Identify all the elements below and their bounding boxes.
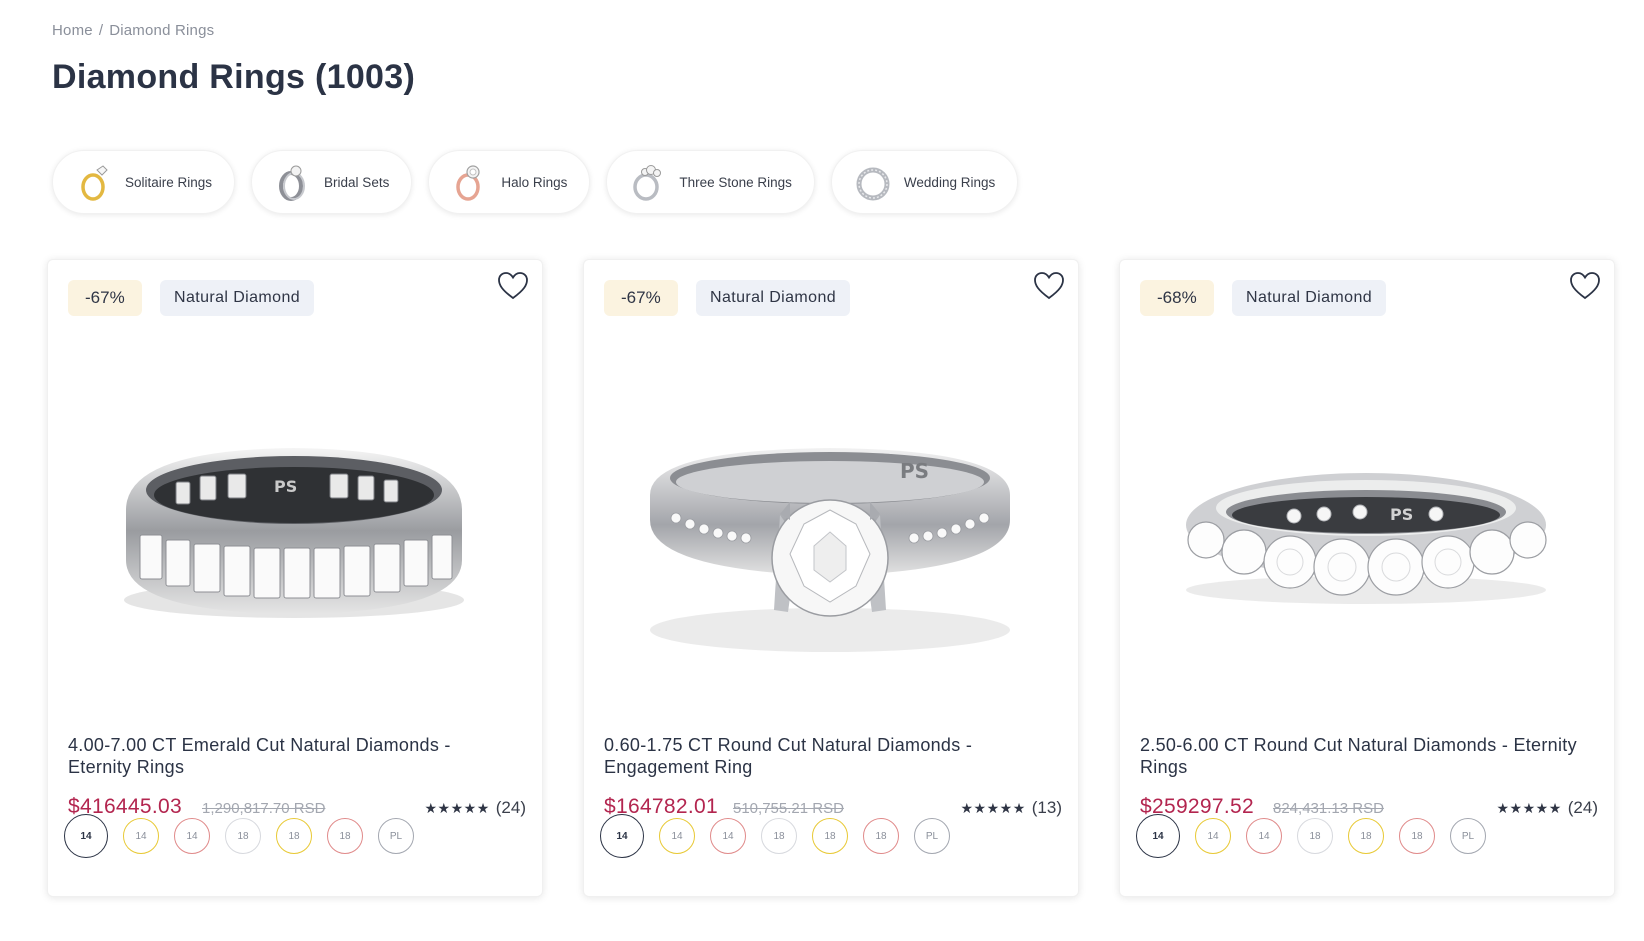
diamond-type-badge: Natural Diamond (1232, 280, 1387, 316)
halo-ring-icon (456, 165, 481, 201)
category-chip-label: Three Stone Rings (679, 174, 792, 190)
metal-option-18k-white[interactable]: 18 (1297, 818, 1333, 854)
product-card[interactable]: -67% Natural Diamond PS 0.60-1.75 CT Rou… (583, 259, 1079, 897)
diamond-type-badge: Natural Diamond (160, 280, 315, 316)
product-image[interactable]: PS (1120, 340, 1616, 720)
price-row: $416445.03 1,290,817.70 RSD ★★★★★ (24) (68, 795, 526, 819)
discount-badge: -68% (1140, 280, 1214, 316)
metal-option-14k-rose[interactable]: 14 (174, 818, 210, 854)
metal-option-platinum[interactable]: PL (1450, 818, 1486, 854)
metal-option-14k-yellow[interactable]: 14 (659, 818, 695, 854)
star-rating-icon: ★★★★★ (424, 799, 490, 816)
metal-option-platinum[interactable]: PL (378, 818, 414, 854)
metal-option-14k-white[interactable]: 14 (600, 814, 644, 858)
category-chips: Solitaire Rings Bridal Sets Halo Rings T… (52, 150, 1019, 214)
metal-options: 14 14 14 18 18 18 PL (1136, 814, 1486, 858)
breadcrumb-separator: / (98, 22, 104, 39)
metal-option-18k-yellow[interactable]: 18 (276, 818, 312, 854)
product-title[interactable]: 4.00-7.00 CT Emerald Cut Natural Diamond… (68, 734, 518, 778)
breadcrumb: Home / Diamond Rings (52, 22, 214, 39)
price-row: $259297.52 824,431.13 RSD ★★★★★ (24) (1140, 795, 1598, 819)
solitaire-ring-icon (81, 165, 108, 201)
bridal-set-icon (279, 165, 306, 201)
rating: ★★★★★ (24) (425, 798, 527, 818)
price-row: $164782.01 510,755.21 RSD ★★★★★ (13) (604, 795, 1062, 819)
metal-option-14k-rose[interactable]: 14 (710, 818, 746, 854)
metal-option-18k-yellow[interactable]: 18 (1348, 818, 1384, 854)
discount-badge: -67% (604, 280, 678, 316)
category-chip-label: Solitaire Rings (125, 174, 213, 190)
breadcrumb-current: Diamond Rings (109, 22, 215, 39)
metal-option-18k-rose[interactable]: 18 (1399, 818, 1435, 854)
metal-option-14k-yellow[interactable]: 14 (123, 818, 159, 854)
heart-icon[interactable] (1032, 270, 1066, 302)
heart-icon[interactable] (496, 270, 530, 302)
product-grid: -67% Natural Diamond PS 4.00-7.00 CT Eme… (47, 259, 1615, 897)
metal-option-14k-yellow[interactable]: 14 (1195, 818, 1231, 854)
metal-option-14k-rose[interactable]: 14 (1246, 818, 1282, 854)
category-chip-three-stone[interactable]: Three Stone Rings (606, 150, 815, 214)
metal-option-14k-white[interactable]: 14 (64, 814, 108, 858)
review-count: (24) (1567, 798, 1598, 817)
category-chip-label: Bridal Sets (324, 174, 390, 190)
rating: ★★★★★ (13) (961, 798, 1063, 818)
metal-options: 14 14 14 18 18 18 PL (64, 814, 414, 858)
svg-text:PS: PS (274, 477, 297, 496)
product-title[interactable]: 0.60-1.75 CT Round Cut Natural Diamonds … (604, 734, 1054, 778)
product-image[interactable]: PS (584, 340, 1080, 720)
review-count: (13) (1031, 798, 1062, 817)
star-rating-icon: ★★★★★ (1496, 799, 1562, 816)
discount-badge: -67% (68, 280, 142, 316)
svg-text:PS: PS (1390, 505, 1413, 524)
original-price: 510,755.21 RSD (733, 800, 844, 817)
category-chip-wedding[interactable]: Wedding Rings (830, 150, 1019, 214)
category-chip-bridal-sets[interactable]: Bridal Sets (251, 150, 413, 214)
product-title[interactable]: 2.50-6.00 CT Round Cut Natural Diamonds … (1140, 734, 1590, 778)
category-chip-label: Halo Rings (501, 174, 568, 190)
product-card[interactable]: -68% Natural Diamond PS 2.50-6.00 CT Rou… (1119, 259, 1615, 897)
review-count: (24) (495, 798, 526, 817)
svg-text:PS: PS (900, 459, 929, 483)
category-chip-halo[interactable]: Halo Rings (428, 150, 591, 214)
metal-option-18k-white[interactable]: 18 (761, 818, 797, 854)
wedding-ring-icon (856, 167, 890, 201)
breadcrumb-home-link[interactable]: Home (52, 22, 93, 39)
metal-option-18k-white[interactable]: 18 (225, 818, 261, 854)
heart-icon[interactable] (1568, 270, 1602, 302)
original-price: 1,290,817.70 RSD (202, 800, 326, 817)
diamond-type-badge: Natural Diamond (696, 280, 851, 316)
category-chip-solitaire[interactable]: Solitaire Rings (52, 150, 236, 214)
category-chip-label: Wedding Rings (903, 174, 996, 190)
original-price: 824,431.13 RSD (1273, 800, 1384, 817)
metal-option-18k-yellow[interactable]: 18 (812, 818, 848, 854)
three-stone-ring-icon (633, 165, 662, 201)
metal-option-18k-rose[interactable]: 18 (863, 818, 899, 854)
metal-option-14k-white[interactable]: 14 (1136, 814, 1180, 858)
product-image[interactable]: PS (48, 340, 544, 720)
product-card[interactable]: -67% Natural Diamond PS 4.00-7.00 CT Eme… (47, 259, 543, 897)
rating: ★★★★★ (24) (1497, 798, 1599, 818)
page-title: Diamond Rings (1003) (52, 58, 416, 96)
metal-option-18k-rose[interactable]: 18 (327, 818, 363, 854)
star-rating-icon: ★★★★★ (960, 799, 1026, 816)
metal-option-platinum[interactable]: PL (914, 818, 950, 854)
metal-options: 14 14 14 18 18 18 PL (600, 814, 950, 858)
